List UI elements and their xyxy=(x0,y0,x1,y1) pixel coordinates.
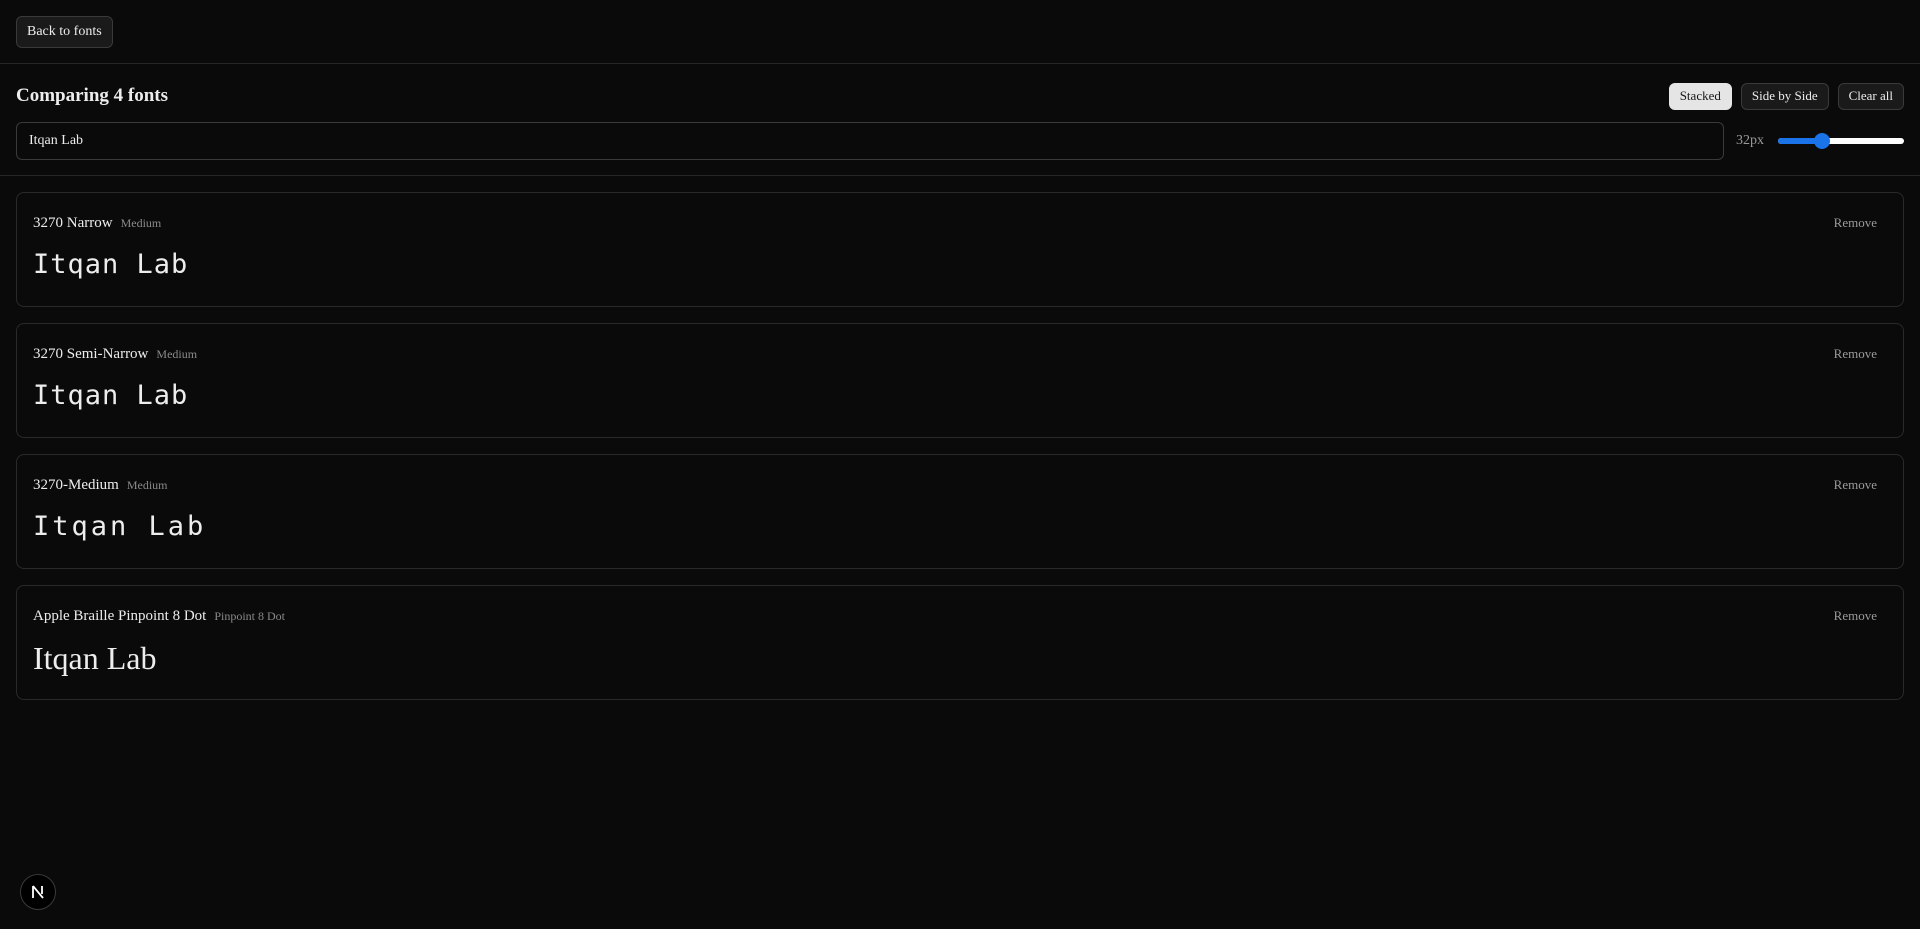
font-name: 3270 Narrow xyxy=(33,215,113,231)
font-sample-text: Itqan Lab xyxy=(33,640,157,676)
font-style: Medium xyxy=(120,216,162,230)
font-sample-text: Itqan Lab xyxy=(33,511,207,542)
top-bar: Back to fonts xyxy=(0,0,1920,64)
next-logo-icon[interactable] xyxy=(20,874,56,910)
n-logo-glyph xyxy=(32,885,44,899)
font-style: Medium xyxy=(126,478,168,492)
remove-font-button[interactable]: Remove xyxy=(1834,477,1877,493)
preview-controls: 32px xyxy=(16,122,1904,160)
font-card: 3270 Semi-Narrow Medium Remove Itqan Lab xyxy=(16,323,1904,438)
page-title: Comparing 4 fonts xyxy=(16,85,169,106)
font-size-label: 32px xyxy=(1736,133,1764,148)
font-name: 3270-Medium xyxy=(33,477,119,493)
preview-text-input[interactable] xyxy=(16,122,1724,160)
view-mode-group: Stacked Side by Side Clear all xyxy=(1668,82,1904,110)
controls-header: Comparing 4 fonts Stacked Side by Side C… xyxy=(16,82,1904,110)
remove-font-button[interactable]: Remove xyxy=(1834,346,1877,362)
font-style: Pinpoint 8 Dot xyxy=(214,609,286,623)
font-sample-text: Itqan Lab xyxy=(33,249,189,280)
font-card-header: 3270 Semi-Narrow Medium xyxy=(33,346,1887,364)
font-name: Apple Braille Pinpoint 8 Dot xyxy=(33,608,207,624)
back-to-fonts-button[interactable]: Back to fonts xyxy=(16,15,113,48)
clear-all-button[interactable]: Clear all xyxy=(1837,82,1904,110)
font-card: 3270 Narrow Medium Remove Itqan Lab xyxy=(16,192,1904,307)
font-card: 3270-Medium Medium Remove Itqan Lab xyxy=(16,454,1904,569)
stacked-view-button[interactable]: Stacked xyxy=(1668,82,1732,110)
font-size-slider[interactable] xyxy=(1778,133,1904,149)
compare-controls: Comparing 4 fonts Stacked Side by Side C… xyxy=(0,64,1920,176)
font-card: Apple Braille Pinpoint 8 Dot Pinpoint 8 … xyxy=(16,585,1904,700)
font-comparison-list: 3270 Narrow Medium Remove Itqan Lab 3270… xyxy=(0,176,1920,700)
font-card-header: 3270-Medium Medium xyxy=(33,477,1887,495)
side-by-side-view-button[interactable]: Side by Side xyxy=(1740,82,1829,110)
remove-font-button[interactable]: Remove xyxy=(1834,608,1877,624)
remove-font-button[interactable]: Remove xyxy=(1834,215,1877,231)
font-style: Medium xyxy=(156,347,198,361)
slider-thumb[interactable] xyxy=(1814,133,1831,149)
font-card-header: Apple Braille Pinpoint 8 Dot Pinpoint 8 … xyxy=(33,608,1887,626)
font-card-header: 3270 Narrow Medium xyxy=(33,215,1887,233)
font-sample-text: Itqan Lab xyxy=(33,380,189,411)
font-name: 3270 Semi-Narrow xyxy=(33,346,149,362)
